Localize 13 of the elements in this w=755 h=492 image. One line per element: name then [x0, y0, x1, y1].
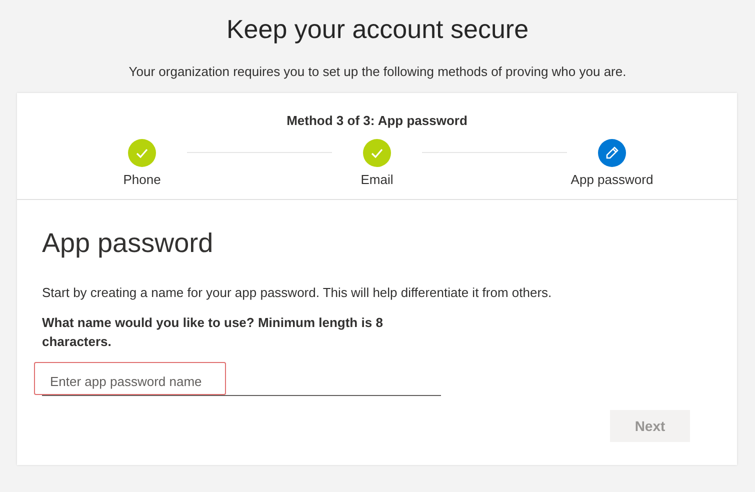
page-subtitle: Your organization requires you to set up the following methods of proving who you are. [128, 64, 626, 79]
method-heading: Method 3 of 3: App password [286, 113, 468, 128]
step-label: Email [360, 172, 394, 187]
input-field[interactable]: Enter app password name [42, 368, 441, 396]
question-label: What name would you like to use? Minimum length is 8 characters. [42, 314, 384, 351]
check-icon [128, 139, 156, 167]
section-title: App password [42, 228, 214, 259]
page-title: Keep your account secure [226, 14, 529, 45]
description: Start by creating a name for your app password. This will help differentiate it from others. [42, 285, 553, 300]
check-icon [363, 139, 391, 167]
pencil-icon [598, 139, 626, 167]
step-label: Phone [123, 172, 161, 187]
step-label: App password [570, 172, 654, 187]
